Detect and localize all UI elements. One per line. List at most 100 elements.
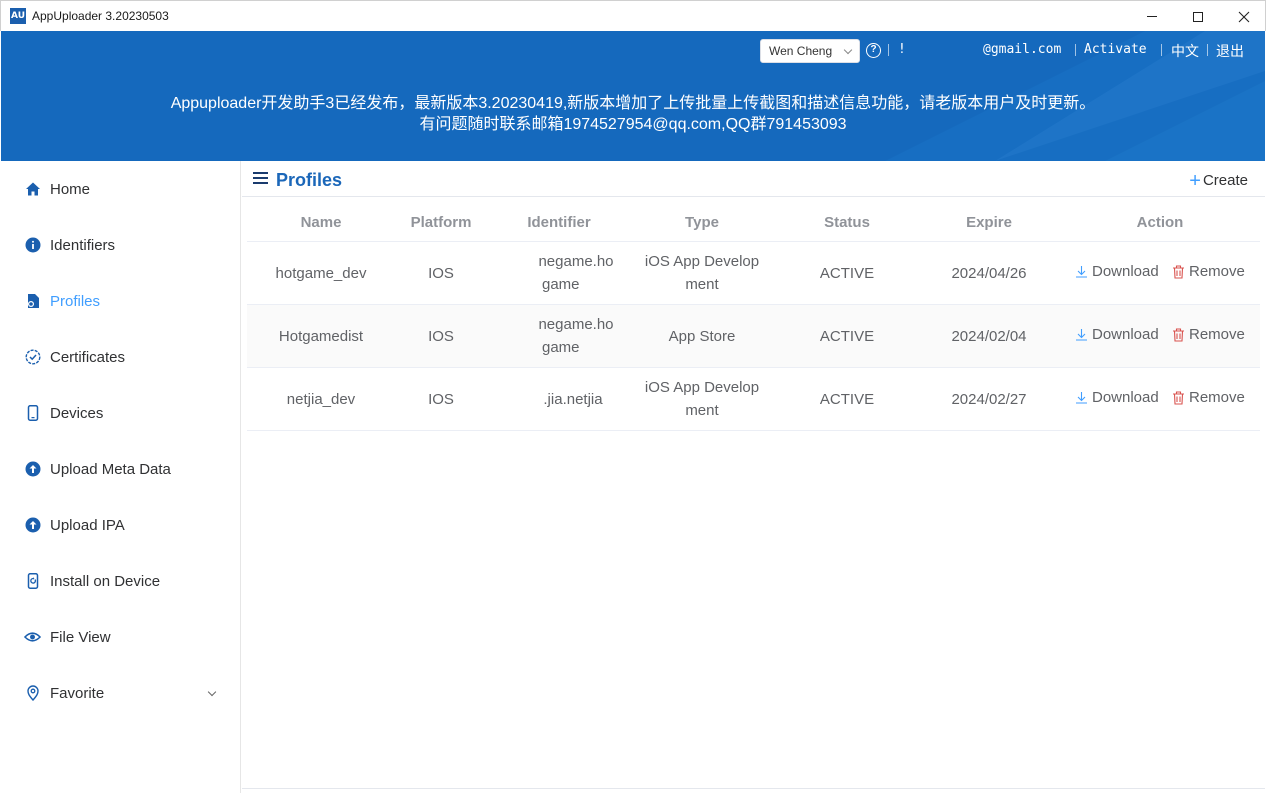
sidebar-item-favorite[interactable]: Favorite [1, 665, 240, 721]
column-header-status: Status [824, 214, 870, 231]
sidebar-item-label: Upload Meta Data [50, 460, 171, 478]
window-title: AppUploader 3.20230503 [32, 9, 169, 23]
header-separator [1075, 44, 1076, 56]
remove-button[interactable]: Remove [1172, 389, 1245, 406]
download-label: Download [1092, 326, 1159, 343]
profile-icon [24, 293, 41, 310]
sidebar-item-label: Install on Device [50, 572, 161, 590]
home-icon [24, 181, 41, 198]
download-icon [1076, 329, 1087, 341]
download-label: Download [1092, 263, 1159, 280]
cell-identifier: negame.ho game [521, 250, 621, 296]
create-button[interactable]: + Create [1189, 169, 1248, 192]
cell-type-line-2: ment [685, 276, 719, 293]
profiles-table: Name Platform Identifier Type Status Exp… [247, 204, 1260, 431]
sidebar-item-upload-meta-data[interactable]: Upload Meta Data [1, 441, 240, 497]
download-button[interactable]: Download [1075, 263, 1159, 280]
page-title: Profiles [276, 170, 343, 190]
cell-expire: 2024/02/04 [951, 328, 1027, 345]
sidebar-item-label: Devices [50, 404, 104, 422]
user-select-value: Wen Cheng [769, 44, 833, 58]
sidebar-item-label: Favorite [50, 684, 105, 702]
table-row: hotgame_dev IOS negame.ho game iOS App D… [247, 242, 1260, 305]
page-header: Profiles + Create [242, 161, 1265, 197]
info-icon [24, 237, 41, 254]
install-icon [24, 573, 41, 590]
main-content: Profiles + Create Name Platform Identifi… [242, 161, 1265, 793]
header-separator [1207, 44, 1208, 56]
menu-icon[interactable] [253, 172, 268, 185]
column-header-platform: Platform [410, 214, 472, 231]
cell-platform: IOS [428, 391, 454, 408]
cell-expire: 2024/02/27 [951, 391, 1027, 408]
remove-button[interactable]: Remove [1172, 326, 1245, 343]
sidebar-item-install-on-device[interactable]: Install on Device [1, 553, 240, 609]
cell-identifier-line-1: negame.ho [538, 253, 614, 270]
chevron-down-icon [843, 45, 853, 55]
sidebar-item-home[interactable]: Home [1, 161, 240, 217]
app-logo: AU [10, 8, 26, 24]
sidebar-item-identifiers[interactable]: Identifiers [1, 217, 240, 273]
sidebar-item-profiles[interactable]: Profiles [1, 273, 240, 329]
sidebar-item-label: Home [50, 180, 91, 198]
column-header-expire: Expire [966, 214, 1012, 231]
cell-identifier-line-2: game [542, 276, 580, 293]
language-link[interactable]: 中文 [1171, 41, 1199, 61]
minimize-button[interactable] [1129, 1, 1175, 32]
sidebar-item-label: File View [50, 628, 111, 646]
maximize-button[interactable] [1175, 1, 1221, 32]
remove-label: Remove [1189, 326, 1245, 343]
user-select[interactable]: Wen Cheng [760, 39, 860, 63]
sidebar-item-certificates[interactable]: Certificates [1, 329, 240, 385]
location-icon [24, 685, 41, 702]
notice-line-2: 有问题随时联系邮箱1974527954@qq.com,QQ群791453093 [419, 116, 847, 133]
sidebar-item-label: Identifiers [50, 236, 116, 254]
column-header-identifier: Identifier [527, 214, 591, 231]
download-button[interactable]: Download [1075, 326, 1159, 343]
cell-type-line-1: iOS App Develop [644, 379, 760, 396]
upload-icon [24, 517, 41, 534]
trash-icon [1173, 264, 1184, 279]
logout-link[interactable]: 退出 [1216, 41, 1244, 61]
close-button[interactable] [1221, 1, 1266, 32]
cell-type: iOS App Develop ment [637, 250, 767, 296]
sidebar-item-label: Upload IPA [50, 516, 125, 534]
column-header-name: Name [300, 214, 342, 231]
notice-line-1: Appuploader开发助手3已经发布，最新版本3.20230419,新版本增… [170, 95, 1096, 112]
cell-type-line-1: iOS App Develop [644, 253, 760, 270]
cell-identifier: negame.ho game [521, 313, 621, 359]
column-header-type: Type [685, 214, 719, 231]
remove-label: Remove [1189, 263, 1245, 280]
help-icon[interactable]: ? [866, 43, 881, 58]
cell-type: App Store [668, 328, 736, 345]
cell-status: ACTIVE [819, 391, 875, 408]
remove-button[interactable]: Remove [1172, 263, 1245, 280]
sidebar-item-label: Profiles [50, 292, 101, 310]
notice-banner: Appuploader开发助手3已经发布，最新版本3.20230419,新版本增… [1, 93, 1265, 135]
certificate-icon [24, 349, 41, 366]
plus-icon: + [1189, 169, 1201, 192]
cell-identifier: .jia.netjia [543, 391, 603, 408]
download-icon [1076, 266, 1087, 278]
table-row: netjia_dev IOS .jia.netjia iOS App Devel… [247, 368, 1260, 431]
cell-expire: 2024/04/26 [951, 265, 1027, 282]
sidebar-item-file-view[interactable]: File View [1, 609, 240, 665]
sidebar-item-upload-ipa[interactable]: Upload IPA [1, 497, 240, 553]
download-button[interactable]: Download [1075, 389, 1159, 406]
eye-icon [24, 629, 41, 646]
create-button-label: Create [1202, 172, 1248, 189]
trash-icon [1173, 327, 1184, 342]
table-header: Name Platform Identifier Type Status Exp… [247, 204, 1260, 242]
sidebar-item-label: Certificates [50, 348, 126, 366]
column-header-action: Action [1136, 214, 1184, 231]
cell-platform: IOS [428, 265, 454, 282]
header-separator [1161, 44, 1162, 56]
chevron-down-icon[interactable] [207, 687, 217, 697]
cell-name: Hotgamedist [278, 328, 364, 345]
sidebar-item-devices[interactable]: Devices [1, 385, 240, 441]
activate-link[interactable]: Activate [1084, 42, 1147, 57]
download-icon [1076, 392, 1087, 404]
header-short-link[interactable]: ! [898, 42, 906, 57]
cell-name: netjia_dev [286, 391, 356, 408]
title-bar: AU AppUploader 3.20230503 [0, 0, 1266, 31]
